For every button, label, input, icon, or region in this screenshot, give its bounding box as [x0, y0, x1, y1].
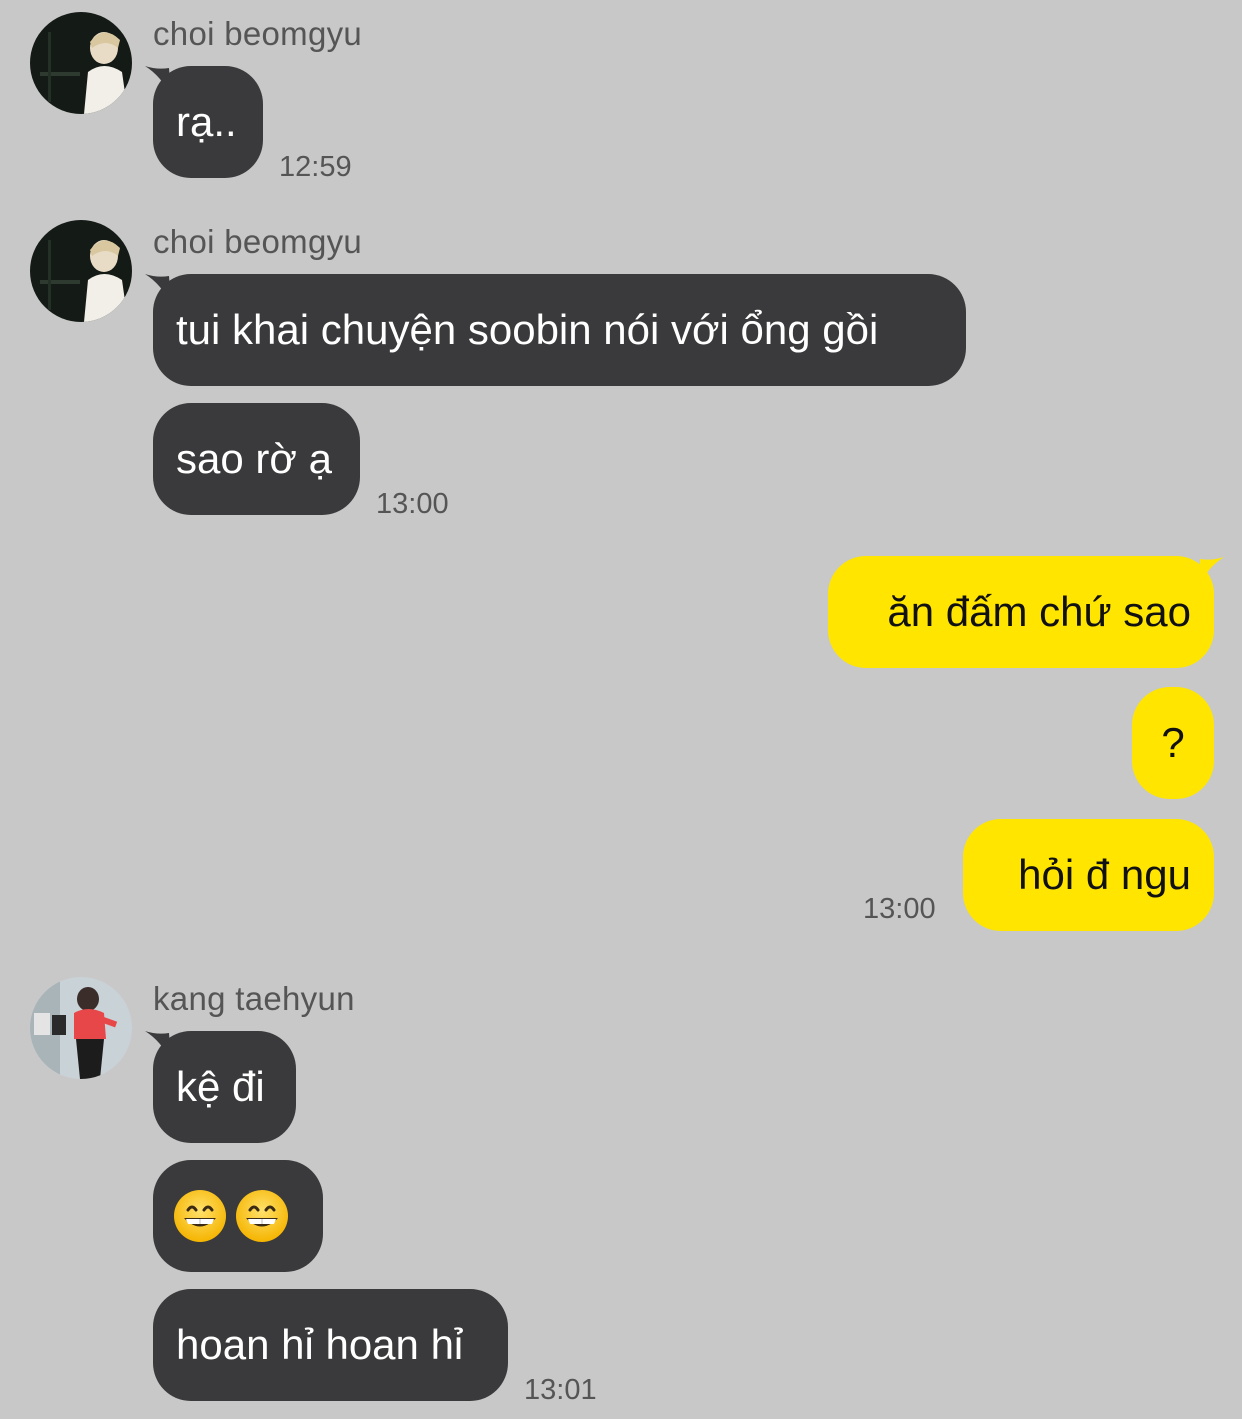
message-bubble[interactable]: ăn đấm chứ sao — [828, 556, 1214, 668]
profile-photo-icon — [30, 220, 132, 322]
message-bubble-emoji[interactable] — [153, 1160, 323, 1272]
avatar-choi-beomgyu[interactable] — [30, 220, 132, 322]
message-bubble[interactable]: hỏi đ ngu — [963, 819, 1214, 931]
message-timestamp: 12:59 — [279, 151, 352, 183]
message-bubble[interactable]: ? — [1132, 687, 1214, 799]
emoji-row — [173, 1160, 303, 1272]
message-bubble[interactable]: rạ.. — [153, 66, 263, 178]
message-bubble[interactable]: kệ đi — [153, 1031, 296, 1143]
avatar-choi-beomgyu[interactable] — [30, 12, 132, 114]
grinning-face-emoji-icon — [236, 1190, 288, 1242]
message-bubble[interactable]: hoan hỉ hoan hỉ — [153, 1289, 508, 1401]
message-timestamp: 13:00 — [863, 893, 936, 925]
sender-name: choi beomgyu — [153, 15, 363, 52]
profile-photo-icon — [30, 977, 132, 1079]
message-timestamp: 13:00 — [376, 488, 449, 520]
avatar-kang-taehyun[interactable] — [30, 977, 132, 1079]
message-timestamp: 13:01 — [524, 1374, 597, 1406]
sender-name: choi beomgyu — [153, 223, 363, 260]
message-bubble[interactable]: sao rờ ạ — [153, 403, 360, 515]
grinning-face-emoji-icon — [174, 1190, 226, 1242]
message-bubble[interactable]: tui khai chuyện soobin nói với ổng gồi — [153, 274, 966, 386]
profile-photo-icon — [30, 12, 132, 114]
sender-name: kang taehyun — [153, 980, 355, 1017]
